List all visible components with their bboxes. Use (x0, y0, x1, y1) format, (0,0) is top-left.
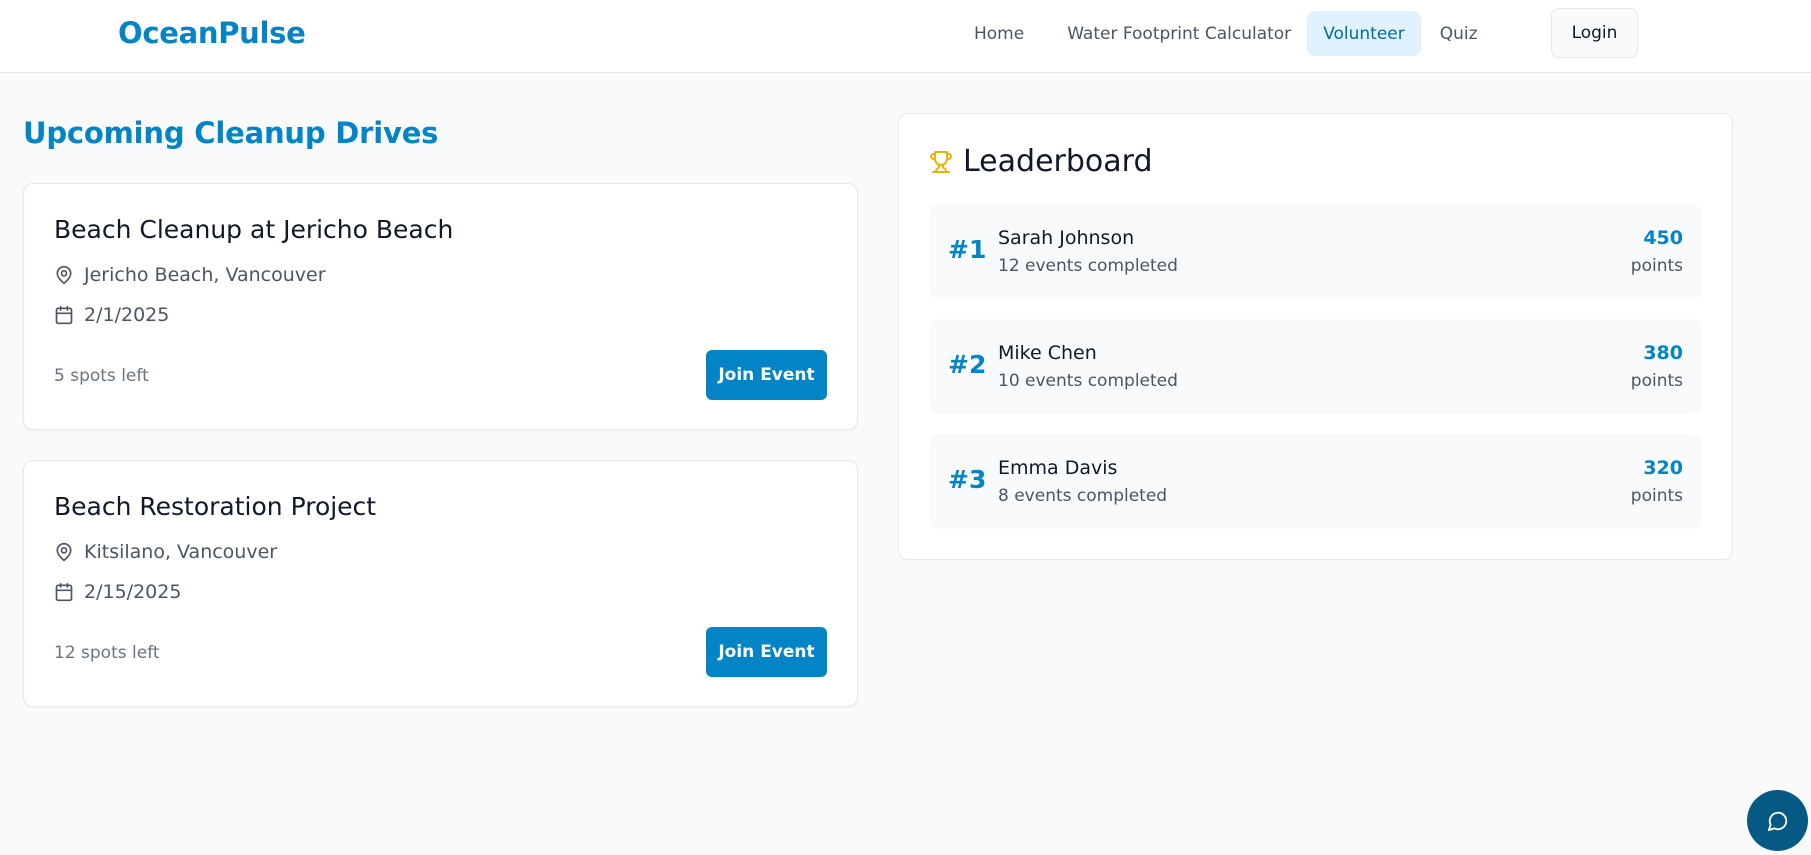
leaderboard-entry: #1 Sarah Johnson 12 events completed 450… (929, 204, 1702, 299)
event-card: Beach Cleanup at Jericho Beach Jericho B… (23, 183, 858, 430)
event-title: Beach Cleanup at Jericho Beach (54, 215, 454, 244)
section-title: Upcoming Cleanup Drives (23, 116, 439, 150)
event-date-text: 2/1/2025 (84, 304, 170, 326)
spots-left: 5 spots left (54, 366, 149, 386)
rank: #1 (948, 235, 987, 264)
event-location-text: Jericho Beach, Vancouver (84, 264, 326, 286)
calendar-icon (54, 305, 74, 325)
event-date-text: 2/15/2025 (84, 581, 182, 603)
event-location-text: Kitsilano, Vancouver (84, 541, 278, 563)
events-completed: 12 events completed (998, 256, 1178, 276)
nav-volunteer[interactable]: Volunteer (1307, 11, 1421, 56)
map-pin-icon (54, 542, 74, 562)
events-completed: 10 events completed (998, 371, 1178, 391)
event-date: 2/1/2025 (54, 304, 169, 326)
points-value: 450 (1643, 227, 1683, 249)
leaderboard-panel: Leaderboard #1 Sarah Johnson 12 events c… (898, 113, 1733, 560)
points-value: 380 (1643, 342, 1683, 364)
nav-water-footprint-calculator[interactable]: Water Footprint Calculator (1051, 11, 1307, 56)
event-date: 2/15/2025 (54, 581, 181, 603)
login-button[interactable]: Login (1551, 8, 1638, 58)
chat-bubble-icon (1767, 810, 1789, 832)
join-event-button[interactable]: Join Event (706, 350, 827, 400)
volunteer-name: Emma Davis (998, 457, 1118, 479)
leaderboard-header: Leaderboard (929, 144, 1153, 179)
leaderboard-title: Leaderboard (963, 144, 1153, 179)
points-label: points (1630, 486, 1683, 506)
volunteer-name: Sarah Johnson (998, 227, 1135, 249)
points-label: points (1630, 371, 1683, 391)
event-location: Kitsilano, Vancouver (54, 541, 277, 563)
nav-quiz[interactable]: Quiz (1424, 11, 1494, 56)
event-location: Jericho Beach, Vancouver (54, 264, 326, 286)
points-label: points (1630, 256, 1683, 276)
rank: #3 (948, 465, 987, 494)
map-pin-icon (54, 265, 74, 285)
nav-home[interactable]: Home (958, 11, 1040, 56)
event-title: Beach Restoration Project (54, 492, 377, 521)
main-nav: Home Water Footprint Calculator Voluntee… (958, 11, 1494, 56)
calendar-icon (54, 582, 74, 602)
top-nav-bar: OceanPulse Home Water Footprint Calculat… (0, 0, 1811, 73)
chat-button[interactable] (1747, 790, 1808, 851)
volunteer-name: Mike Chen (998, 342, 1097, 364)
events-completed: 8 events completed (998, 486, 1168, 506)
trophy-icon (929, 149, 953, 175)
points-value: 320 (1643, 457, 1683, 479)
leaderboard-entry: #2 Mike Chen 10 events completed 380 poi… (929, 319, 1702, 414)
spots-left: 12 spots left (54, 643, 160, 663)
rank: #2 (948, 350, 987, 379)
event-card: Beach Restoration Project Kitsilano, Van… (23, 460, 858, 707)
join-event-button[interactable]: Join Event (706, 627, 827, 677)
brand-logo[interactable]: OceanPulse (118, 16, 306, 50)
leaderboard-entry: #3 Emma Davis 8 events completed 320 poi… (929, 434, 1702, 529)
